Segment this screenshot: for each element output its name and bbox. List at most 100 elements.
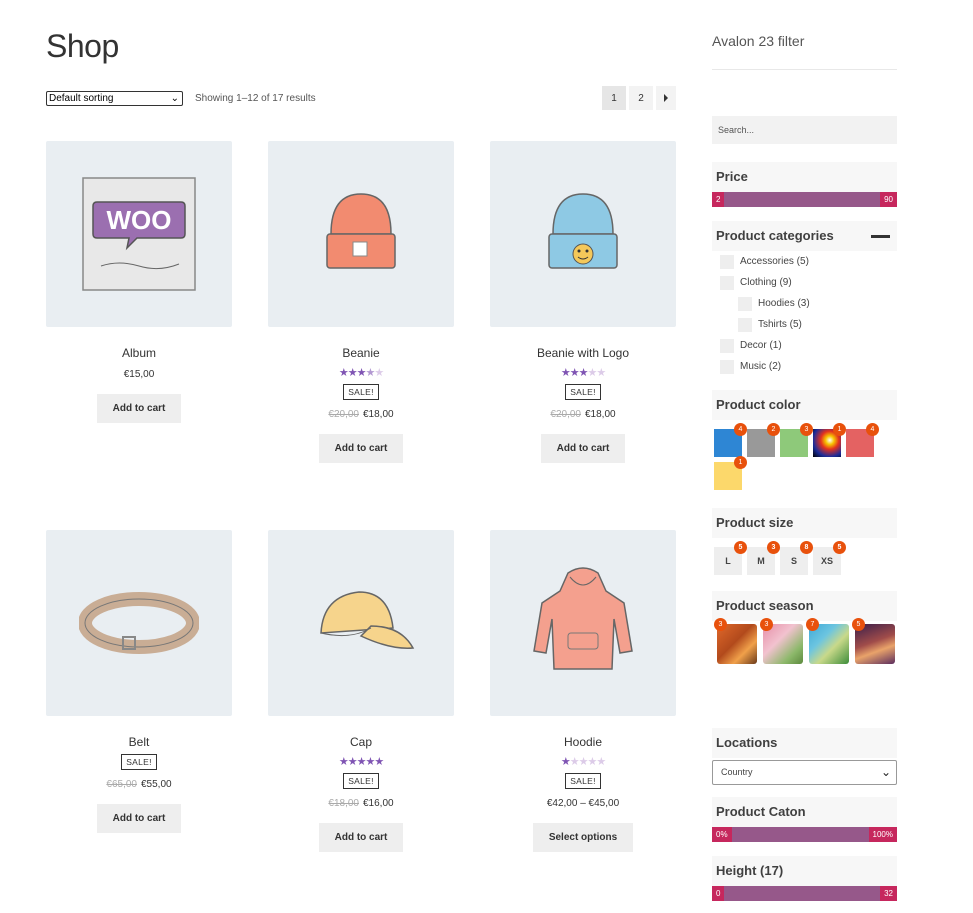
page-1-button[interactable]: 1	[602, 86, 626, 110]
beanie-image	[326, 193, 396, 269]
rating-stars: ★★★★★	[268, 756, 454, 768]
star-icon: ★	[596, 756, 606, 768]
height-range-slider[interactable]: 0 32	[712, 886, 897, 901]
size-option[interactable]: S8	[780, 541, 813, 575]
winter-image[interactable]: 5	[852, 618, 895, 664]
product-price: €42,00 – €45,00	[490, 798, 676, 809]
widget-title: Product color	[712, 390, 897, 420]
color-swatch[interactable]: 1	[813, 423, 846, 457]
count-badge: 8	[800, 541, 813, 554]
product-card: Belt SALE! €65,00 €55,00 Add to cart	[46, 530, 232, 833]
price-current: €15,00	[123, 369, 155, 380]
count-badge: 2	[767, 423, 780, 436]
product-title[interactable]: Cap	[268, 735, 454, 749]
country-select[interactable]: Country ⌄	[712, 760, 897, 785]
product-card: WOO Album €15,00 Add to cart	[46, 141, 232, 423]
product-price: €15,00	[46, 369, 232, 380]
category-item[interactable]: Accessories (5)	[712, 253, 897, 274]
product-image[interactable]	[46, 530, 232, 716]
checkbox[interactable]	[720, 360, 734, 374]
range-max-handle[interactable]: 100%	[868, 827, 897, 842]
price-current: €18,00	[585, 409, 616, 420]
size-option[interactable]: L5	[714, 541, 747, 575]
category-label: Tshirts (5)	[758, 319, 802, 330]
checkbox[interactable]	[720, 255, 734, 269]
price-range-slider[interactable]: 2 90	[712, 192, 897, 207]
range-max-handle[interactable]: 90	[880, 192, 897, 207]
page-2-button[interactable]: 2	[629, 86, 653, 110]
product-card: Beanie with Logo ★★★★★ SALE! €20,00 €18,0…	[490, 141, 676, 463]
add-to-cart-button[interactable]: Add to cart	[540, 434, 626, 463]
size-option[interactable]: M3	[747, 541, 780, 575]
product-image[interactable]	[268, 141, 454, 327]
checkbox[interactable]	[720, 339, 734, 353]
color-swatch[interactable]: 1	[714, 456, 747, 490]
next-page-button[interactable]	[656, 86, 676, 110]
page-title: Shop	[46, 28, 119, 64]
sort-select-value: Default sorting	[49, 93, 114, 104]
category-item[interactable]: Decor (1)	[712, 337, 897, 358]
color-swatch[interactable]: 3	[780, 423, 813, 457]
caton-range-slider[interactable]: 0% 100%	[712, 827, 897, 842]
summer-image[interactable]: 7	[806, 618, 849, 664]
range-min-handle[interactable]: 0	[712, 886, 725, 901]
count-badge: 1	[734, 456, 747, 469]
add-to-cart-button[interactable]: Add to cart	[318, 434, 404, 463]
autumn-image[interactable]: 3	[714, 618, 757, 664]
color-swatch[interactable]: 4	[714, 423, 747, 457]
category-item[interactable]: Clothing (9)	[712, 274, 897, 295]
color-swatch[interactable]: 4	[846, 423, 879, 457]
color-filter: Product color 4 2 3 1 4 1	[712, 390, 897, 490]
star-icon: ★	[347, 756, 358, 768]
chevron-down-icon: ⌄	[880, 765, 891, 779]
sale-badge: SALE!	[565, 384, 601, 400]
range-max-handle[interactable]: 32	[880, 886, 897, 901]
category-item[interactable]: Tshirts (5)	[712, 316, 897, 337]
add-to-cart-button[interactable]: Add to cart	[96, 394, 182, 423]
category-label: Decor (1)	[740, 340, 782, 351]
sort-select[interactable]: Default sorting ⌄	[46, 91, 183, 106]
product-image[interactable]: WOO	[46, 141, 232, 327]
product-title[interactable]: Hoodie	[490, 735, 676, 749]
checkbox[interactable]	[738, 318, 752, 332]
hoodie-image	[533, 567, 633, 670]
star-icon: ★	[365, 367, 375, 379]
range-min-handle[interactable]: 0%	[712, 827, 732, 842]
widget-title: Product categories	[712, 221, 897, 251]
sale-badge: SALE!	[343, 384, 379, 400]
range-min-handle[interactable]: 2	[712, 192, 725, 207]
add-to-cart-button[interactable]: Add to cart	[318, 823, 404, 852]
product-card: Beanie ★★★★★ SALE! €20,00 €18,00 Add to c…	[268, 141, 454, 463]
product-image[interactable]	[268, 530, 454, 716]
add-to-cart-button[interactable]: Add to cart	[96, 804, 182, 833]
sidebar-title: Avalon 23 filter	[712, 33, 805, 49]
spring-image[interactable]: 3	[760, 618, 803, 664]
product-title[interactable]: Belt	[46, 735, 232, 749]
result-count: Showing 1–12 of 17 results	[195, 93, 316, 104]
size-option[interactable]: XS 5	[813, 541, 846, 575]
season-filter: Product season 3 3 7 5	[712, 591, 897, 664]
widget-title: Locations	[712, 728, 897, 758]
star-icon: ★	[596, 367, 606, 379]
product-image[interactable]	[490, 141, 676, 327]
color-swatch[interactable]: 2	[747, 423, 780, 457]
collapse-icon[interactable]	[871, 235, 890, 238]
size-label: S	[790, 556, 797, 566]
product-image[interactable]	[490, 530, 676, 716]
belt-image	[79, 592, 199, 654]
search-input[interactable]: Search...	[712, 116, 897, 144]
product-title[interactable]: Beanie with Logo	[490, 346, 676, 360]
shop-toolbar: Default sorting ⌄ Showing 1–12 of 17 res…	[46, 86, 676, 111]
checkbox[interactable]	[738, 297, 752, 311]
star-icon: ★	[560, 756, 571, 768]
star-icon: ★	[338, 756, 349, 768]
sale-badge: SALE!	[343, 773, 379, 789]
category-item[interactable]: Hoodies (3)	[712, 295, 897, 316]
checkbox[interactable]	[720, 276, 734, 290]
select-options-button[interactable]: Select options	[532, 823, 634, 852]
category-item[interactable]: Music (2)	[712, 358, 897, 379]
product-title[interactable]: Beanie	[268, 346, 454, 360]
svg-text:WOO: WOO	[107, 205, 172, 235]
rating-stars: ★★★★★	[490, 367, 676, 379]
product-title[interactable]: Album	[46, 346, 232, 360]
